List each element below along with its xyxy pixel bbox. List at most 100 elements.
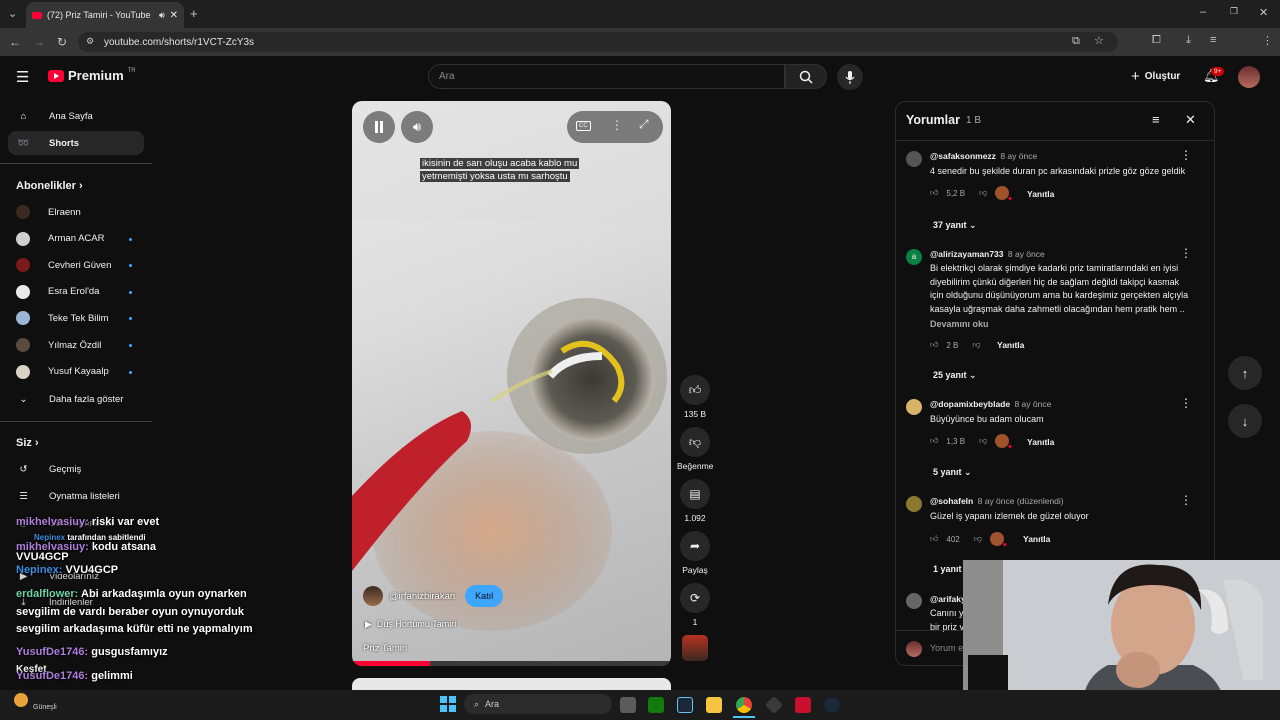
comments-action[interactable]: ▤ 1.092 bbox=[680, 479, 710, 523]
sound-link[interactable]: ▶ Duş Hortumu Tamiri bbox=[365, 619, 456, 630]
restore-icon[interactable]: ❐ bbox=[1230, 6, 1238, 17]
like-action[interactable]: 👍︎ 135 B bbox=[680, 375, 710, 419]
view-replies-button[interactable]: 25 yanıt ⌄ bbox=[933, 370, 977, 381]
extensions-puzzle-icon[interactable]: ⧠ bbox=[1152, 34, 1161, 47]
sidebar-item-subscription[interactable]: Teke Tek Bilim bbox=[16, 306, 144, 330]
sidebar-item-subscription[interactable]: Arman ACAR bbox=[16, 227, 144, 251]
next-short-preview[interactable] bbox=[352, 678, 671, 690]
comment-author[interactable]: @safaksonmezz 8 ay önce bbox=[930, 151, 1037, 161]
fullscreen-icon[interactable]: ⤢ bbox=[639, 117, 649, 132]
view-replies-button[interactable]: 5 yanıt ⌄ bbox=[933, 467, 972, 478]
forward-icon[interactable]: → bbox=[33, 35, 45, 49]
close-tab-icon[interactable]: ✕ bbox=[170, 10, 178, 21]
sort-icon[interactable]: ≡ bbox=[1152, 112, 1160, 127]
comment-author[interactable]: @sohafeln 8 ay önce (düzenlendi) bbox=[930, 496, 1064, 506]
new-tab-icon[interactable]: + bbox=[190, 6, 198, 21]
account-avatar[interactable] bbox=[1238, 66, 1260, 88]
comment-avatar[interactable] bbox=[906, 593, 922, 609]
url-field[interactable]: ⚙ youtube.com/shorts/r1VCT-ZcY3s bbox=[78, 32, 1118, 52]
dislike-action[interactable]: 👎︎ Beğenme bbox=[677, 427, 713, 471]
comment-author[interactable]: @arifaky bbox=[930, 594, 966, 604]
voice-search-button[interactable] bbox=[837, 64, 863, 90]
comment-author[interactable]: @dopamixbeyblade 8 ay önce bbox=[930, 399, 1051, 409]
chrome-menu-icon[interactable]: ⋮ bbox=[1262, 34, 1273, 47]
comment-dislike-icon[interactable]: 👎︎ bbox=[974, 534, 982, 544]
comment-like-icon[interactable]: 👍︎ bbox=[930, 436, 938, 446]
comment-menu-icon[interactable]: ⋮ bbox=[1180, 246, 1192, 260]
sidebar-item-playlists[interactable]: ☰ Oynatma listeleri bbox=[16, 484, 144, 508]
sidebar-item-subscription[interactable]: Cevheri Güven bbox=[16, 253, 144, 277]
sidebar-item-subscription[interactable]: Elraenn bbox=[16, 200, 144, 224]
channel-avatar[interactable] bbox=[363, 586, 383, 606]
comment-dislike-icon[interactable]: 👎︎ bbox=[972, 340, 980, 350]
comment-menu-icon[interactable]: ⋮ bbox=[1180, 493, 1192, 507]
site-info-icon[interactable]: ⚙ bbox=[86, 36, 94, 47]
sidebar-item-history[interactable]: ↺ Geçmiş bbox=[16, 457, 144, 481]
reload-icon[interactable]: ↻ bbox=[57, 35, 67, 49]
sidebar-item-subscription[interactable]: Yılmaz Özdil bbox=[16, 333, 144, 357]
share-action[interactable]: ➦ Paylaş bbox=[680, 531, 710, 575]
read-more-link[interactable]: Devamını oku bbox=[930, 319, 989, 329]
comment-avatar[interactable]: a bbox=[906, 249, 922, 265]
more-options-icon[interactable]: ⋮ bbox=[611, 118, 623, 132]
tab-list-icon[interactable]: ⌄ bbox=[8, 7, 17, 20]
cast-icon[interactable]: ⧉ bbox=[1072, 35, 1080, 48]
remix-action[interactable]: ⟳ 1 bbox=[680, 583, 710, 627]
comment-avatar[interactable] bbox=[906, 151, 922, 167]
comment-like-icon[interactable]: 👍︎ bbox=[930, 340, 938, 350]
sidebar-item-subscription[interactable]: Esra Erol'da bbox=[16, 280, 144, 304]
comment-like-icon[interactable]: 👍︎ bbox=[930, 188, 938, 198]
comment-avatar[interactable] bbox=[906, 496, 922, 512]
taskbar-search[interactable]: ⌕ Ara bbox=[464, 694, 612, 714]
xbox-icon[interactable] bbox=[648, 697, 664, 713]
sidebar-item-home[interactable]: ⌂ Ana Sayfa bbox=[16, 104, 144, 128]
comment-author[interactable]: @alirizayaman733 8 ay önce bbox=[930, 249, 1045, 259]
media-control-icon[interactable]: ≡ bbox=[1210, 34, 1216, 46]
steam-app-icon[interactable] bbox=[824, 697, 840, 713]
you-heading[interactable]: Siz › bbox=[16, 437, 39, 449]
comment-menu-icon[interactable]: ⋮ bbox=[1180, 396, 1192, 410]
pause-button[interactable] bbox=[363, 111, 395, 143]
comment-dislike-icon[interactable]: 👎︎ bbox=[979, 436, 987, 446]
reply-button[interactable]: Yanıtla bbox=[997, 340, 1024, 350]
search-button[interactable] bbox=[785, 64, 827, 89]
sound-thumbnail[interactable] bbox=[682, 635, 708, 661]
chrome-icon[interactable] bbox=[736, 697, 752, 713]
comment-menu-icon[interactable]: ⋮ bbox=[1180, 148, 1192, 162]
captions-button[interactable]: CC bbox=[576, 121, 591, 131]
sidebar-item-subscription[interactable]: Yusuf Kayaalp bbox=[16, 360, 144, 384]
speaker-icon[interactable]: 🔊︎ bbox=[159, 10, 165, 21]
close-window-icon[interactable]: ✕ bbox=[1259, 6, 1268, 19]
comment-avatar[interactable] bbox=[906, 399, 922, 415]
download-icon[interactable]: ⤓ bbox=[1186, 34, 1191, 47]
comment-dislike-icon[interactable]: 👎︎ bbox=[979, 188, 987, 198]
steam-icon[interactable] bbox=[677, 697, 693, 713]
task-view-icon[interactable] bbox=[620, 697, 636, 713]
reply-button[interactable]: Yanıtla bbox=[1027, 437, 1054, 447]
reply-button[interactable]: Yanıtla bbox=[1023, 534, 1050, 544]
browser-tab[interactable]: (72) Priz Tamiri - YouTube 🔊︎ ✕ bbox=[26, 2, 184, 28]
next-short-button[interactable]: ↓ bbox=[1228, 404, 1262, 438]
shorts-video-player[interactable] bbox=[352, 101, 671, 666]
youtube-premium-logo[interactable]: Premium TR bbox=[48, 68, 136, 83]
file-explorer-icon[interactable] bbox=[706, 697, 722, 713]
volume-button[interactable]: 🔊︎ bbox=[401, 111, 433, 143]
channel-name[interactable]: @irfanizbirakan bbox=[389, 591, 455, 602]
search-input[interactable]: Ara bbox=[428, 64, 785, 89]
back-icon[interactable]: ← bbox=[9, 35, 21, 49]
close-icon[interactable]: ✕ bbox=[1185, 112, 1196, 128]
start-button[interactable] bbox=[440, 696, 456, 712]
show-more-button[interactable]: ⌄ Daha fazla göster bbox=[16, 387, 144, 411]
bookmark-star-icon[interactable]: ☆ bbox=[1094, 34, 1104, 47]
create-button[interactable]: + Oluştur bbox=[1131, 68, 1180, 85]
view-replies-button[interactable]: 37 yanıt ⌄ bbox=[933, 220, 977, 231]
comment-like-icon[interactable]: 👍︎ bbox=[930, 534, 938, 544]
previous-short-button[interactable]: ↑ bbox=[1228, 356, 1262, 390]
hamburger-menu-icon[interactable]: ☰ bbox=[16, 68, 29, 86]
minimize-icon[interactable]: – bbox=[1200, 6, 1206, 18]
subscriptions-heading[interactable]: Abonelikler › bbox=[16, 180, 83, 192]
amd-icon[interactable] bbox=[795, 697, 811, 713]
view-replies-button[interactable]: 1 yanıt bbox=[933, 564, 962, 574]
join-button[interactable]: Katıl bbox=[465, 585, 504, 607]
reply-button[interactable]: Yanıtla bbox=[1027, 189, 1054, 199]
